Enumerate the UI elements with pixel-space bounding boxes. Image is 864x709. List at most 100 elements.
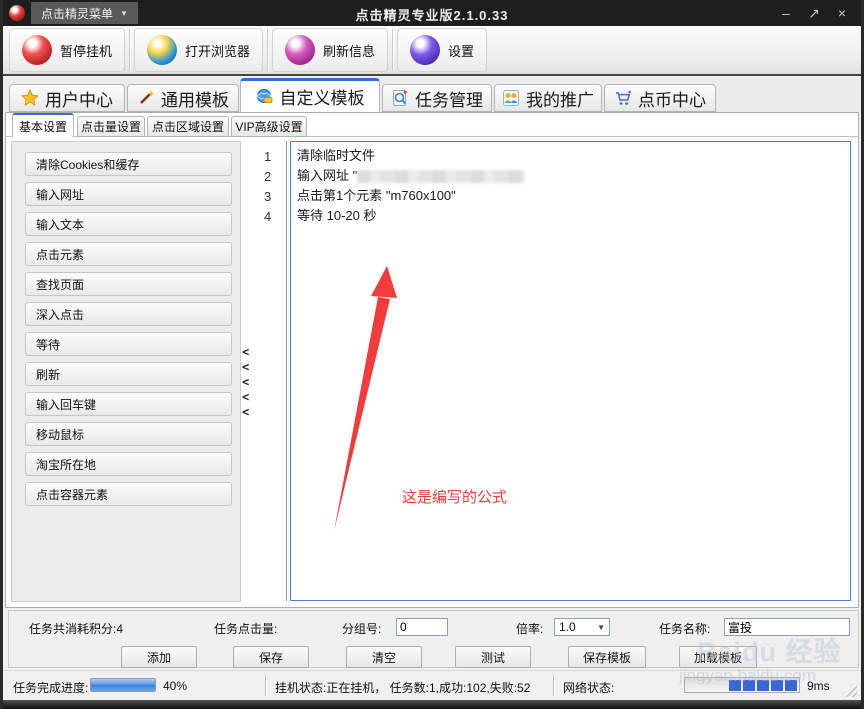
pause-sphere-icon xyxy=(22,35,52,65)
line-number: 3 xyxy=(264,187,286,207)
people-icon xyxy=(502,89,520,107)
chevron-down-icon: ▼ xyxy=(597,623,605,632)
network-bar-segment xyxy=(757,680,769,691)
subtab-click-area-label: 点击区域设置 xyxy=(152,118,224,135)
rate-label: 倍率: xyxy=(516,620,543,637)
settings-label: 设置 xyxy=(448,41,474,60)
script-line: 点击第1个元素 "m760x100" xyxy=(297,186,844,206)
cmd-enter-text-button[interactable]: 输入文本 xyxy=(25,212,232,236)
open-browser-button[interactable]: 打开浏览器 xyxy=(134,28,263,72)
script-line: 清除临时文件 xyxy=(297,146,844,166)
maximize-button[interactable]: ↗ xyxy=(806,6,822,20)
title-bar: 点击精灵菜单 ▼ 点击精灵专业版2.1.0.33 – ↗ × xyxy=(0,0,864,26)
custom-template-page: 基本设置 点击量设置 点击区域设置 VIP高级设置 清除Cookies和缓存 输… xyxy=(5,112,859,608)
settings-button[interactable]: 设置 xyxy=(397,28,487,72)
refresh-info-label: 刷新信息 xyxy=(323,41,375,60)
tab-my-promotion[interactable]: 我的推广 xyxy=(494,84,602,112)
rate-dropdown[interactable]: 1.0 ▼ xyxy=(554,618,610,636)
statusbar-separator xyxy=(265,675,266,696)
tab-custom-template[interactable]: 自定义模板 xyxy=(240,78,380,112)
tab-coin-center[interactable]: 点币中心 xyxy=(604,84,716,112)
star-icon xyxy=(21,89,39,107)
statusbar-separator xyxy=(553,675,554,696)
network-bar-segment xyxy=(771,680,783,691)
network-bar-segment xyxy=(729,680,741,691)
rate-value: 1.0 xyxy=(559,620,576,634)
toolbar: 暂停挂机 打开浏览器 刷新信息 设置 xyxy=(3,26,861,76)
toolbar-separator xyxy=(129,29,130,71)
window-bottom-edge xyxy=(0,700,864,709)
points-consumed-label: 任务共消耗积分:4 xyxy=(29,620,123,637)
network-bar-segment xyxy=(785,680,797,691)
network-bar-segment xyxy=(743,680,755,691)
tab-user-center[interactable]: 用户中心 xyxy=(9,84,125,112)
status-bar: 任务完成进度: 40% 挂机状态:正在挂机， 任务数:1,成功:102,失败:5… xyxy=(3,670,861,700)
add-button[interactable]: 添加 xyxy=(121,646,197,668)
tab-task-manage[interactable]: 任务管理 xyxy=(382,84,492,112)
task-name-label: 任务名称: xyxy=(659,620,710,637)
cmd-find-page-button[interactable]: 查找页面 xyxy=(25,272,232,296)
app-window: 点击精灵菜单 ▼ 点击精灵专业版2.1.0.33 – ↗ × 暂停挂机 打开浏览… xyxy=(0,0,864,709)
pause-hangup-label: 暂停挂机 xyxy=(60,41,112,60)
globe-link-icon xyxy=(256,88,274,106)
tab-my-promotion-label: 我的推广 xyxy=(526,86,594,111)
cmd-move-mouse-button[interactable]: 移动鼠标 xyxy=(25,422,232,446)
progress-percent: 40% xyxy=(163,679,187,693)
load-template-button[interactable]: 加载模板 xyxy=(679,646,757,668)
line-number: 1 xyxy=(264,147,286,167)
group-number-input[interactable] xyxy=(396,618,448,636)
task-name-input[interactable] xyxy=(724,618,850,636)
minimize-button[interactable]: – xyxy=(778,6,794,20)
points-consumed-value: 4 xyxy=(116,622,123,636)
hangup-status-text: 挂机状态:正在挂机， 任务数:1,成功:102,失败:52 xyxy=(275,679,530,696)
subtab-clicks[interactable]: 点击量设置 xyxy=(77,116,145,137)
command-sidebar: 清除Cookies和缓存 输入网址 输入文本 点击元素 查找页面 深入点击 等待… xyxy=(11,141,241,602)
subtab-vip[interactable]: VIP高级设置 xyxy=(231,116,307,137)
script-editor[interactable]: 清除临时文件 输入网址 " 点击第1个元素 "m760x100" 等待 10-2… xyxy=(290,141,851,601)
test-button[interactable]: 测试 xyxy=(455,646,531,668)
main-tab-bar: 用户中心 通用模板 自定义模板 任务管理 我的推广 点币中心 xyxy=(3,78,861,112)
tab-general-template[interactable]: 通用模板 xyxy=(127,84,239,112)
shopping-cart-icon xyxy=(614,89,632,107)
cmd-click-container-button[interactable]: 点击容器元素 xyxy=(25,482,232,506)
cmd-wait-button[interactable]: 等待 xyxy=(25,332,232,356)
network-meter xyxy=(684,677,800,693)
line-number-gutter: 1 2 3 4 xyxy=(253,141,287,601)
tab-general-template-label: 通用模板 xyxy=(161,86,229,111)
resize-grip[interactable] xyxy=(843,683,857,697)
save-button[interactable]: 保存 xyxy=(233,646,309,668)
cmd-enter-url-button[interactable]: 输入网址 xyxy=(25,182,232,206)
toolbar-separator xyxy=(267,29,268,71)
clear-button[interactable]: 清空 xyxy=(346,646,422,668)
subtab-basic[interactable]: 基本设置 xyxy=(12,113,74,137)
latency-value: 9ms xyxy=(807,679,830,693)
task-panel: 任务共消耗积分:4 任务点击量: 分组号: 倍率: 1.0 ▼ 任务名称: 添加… xyxy=(8,610,859,668)
window-title: 点击精灵专业版2.1.0.33 xyxy=(0,5,864,24)
progress-label: 任务完成进度: xyxy=(13,679,88,696)
close-button[interactable]: × xyxy=(834,6,850,20)
annotation-text: 这是编写的公式 xyxy=(402,486,507,507)
pause-hangup-button[interactable]: 暂停挂机 xyxy=(9,28,125,72)
cmd-clear-cookies-button[interactable]: 清除Cookies和缓存 xyxy=(25,152,232,176)
doc-search-icon xyxy=(391,89,409,107)
open-browser-label: 打开浏览器 xyxy=(185,41,250,60)
cmd-taobao-location-button[interactable]: 淘宝所在地 xyxy=(25,452,232,476)
save-template-button[interactable]: 保存模板 xyxy=(568,646,646,668)
censored-url-blur xyxy=(357,170,525,183)
tab-coin-center-label: 点币中心 xyxy=(638,86,706,111)
refresh-info-button[interactable]: 刷新信息 xyxy=(272,28,388,72)
cmd-enter-key-button[interactable]: 输入回车键 xyxy=(25,392,232,416)
cmd-refresh-button[interactable]: 刷新 xyxy=(25,362,232,386)
script-line-text: 输入网址 " xyxy=(297,168,357,183)
subtab-click-area[interactable]: 点击区域设置 xyxy=(147,116,229,137)
subtab-vip-label: VIP高级设置 xyxy=(235,118,302,135)
tab-custom-template-label: 自定义模板 xyxy=(280,84,365,109)
group-number-label: 分组号: xyxy=(342,620,381,637)
network-status-label: 网络状态: xyxy=(563,679,614,696)
cmd-deep-click-button[interactable]: 深入点击 xyxy=(25,302,232,326)
line-number: 4 xyxy=(264,207,286,227)
points-consumed-text: 任务共消耗积分: xyxy=(29,622,116,636)
tab-user-center-label: 用户中心 xyxy=(45,86,113,111)
cmd-click-element-button[interactable]: 点击元素 xyxy=(25,242,232,266)
progress-bar xyxy=(90,678,156,692)
